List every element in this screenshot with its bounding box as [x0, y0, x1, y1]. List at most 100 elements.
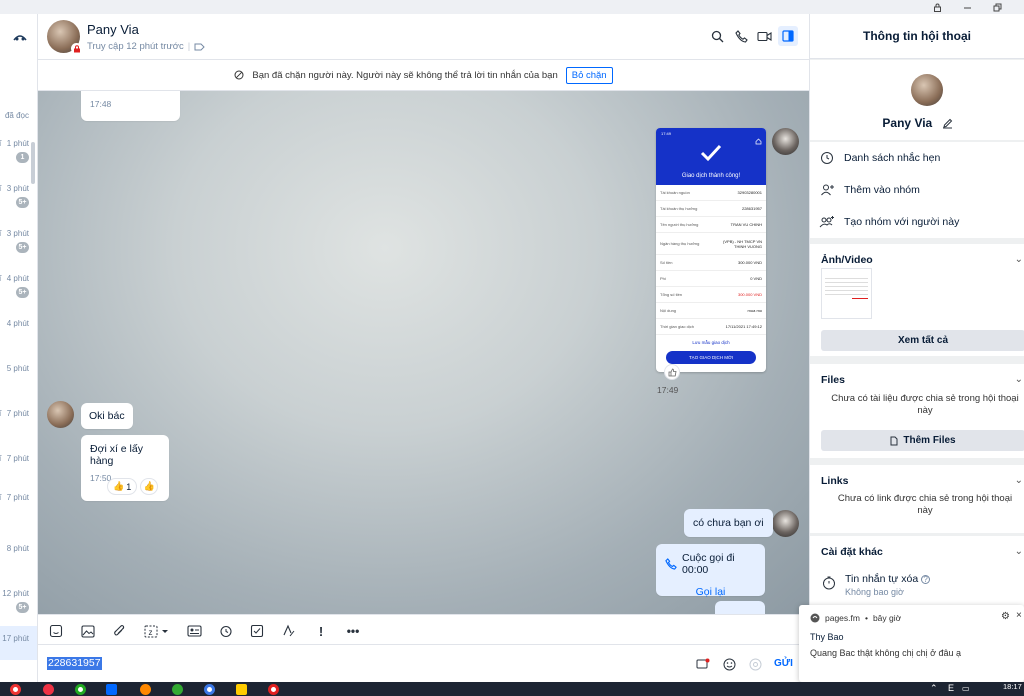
call-back-button[interactable]: Gọi lại [665, 586, 756, 598]
chrome-icon[interactable] [10, 684, 21, 695]
message-list[interactable]: 17:48 17:49 Giao dịch thành công! Tài kh… [38, 91, 809, 614]
like-react-icon[interactable] [664, 364, 680, 380]
links-empty-text: Chưa có link được chia sẻ trong hội thoạ… [837, 493, 1013, 516]
reaction-count[interactable]: 👍 1 [107, 478, 138, 495]
message-bubble[interactable]: Đợi xí e lấy hàng 17:50 👍 1 👍 [81, 435, 169, 501]
firefox-icon[interactable] [140, 684, 151, 695]
time-prefix: ĩ [0, 409, 1, 418]
contact-card-icon[interactable] [184, 621, 204, 641]
voice-call-icon[interactable] [731, 26, 751, 46]
tag-icon[interactable] [194, 43, 205, 51]
save-template-link: Lưu mẫu giao dịch [692, 340, 730, 345]
add-files-label: Thêm Files [903, 435, 956, 446]
receipt-row: Ngân hàng thụ hưởng (VPB) - NH TMCP VN TH… [656, 233, 766, 255]
close-icon[interactable]: × [1016, 610, 1022, 621]
transaction-receipt-image[interactable]: 17:49 Giao dịch thành công! Tài khoản ng… [656, 128, 766, 372]
self-delete-setting[interactable]: Tin nhắn tự xóa ? [845, 573, 931, 585]
unread-badge: 5+ [16, 242, 29, 253]
compose-toolbar: z ! ••• [38, 614, 809, 645]
time-prefix: ĩ [0, 493, 1, 502]
contact-name[interactable]: Pany Via [87, 22, 139, 37]
message-text: Đợi xí e lấy hàng [90, 443, 143, 467]
group-add-icon [810, 215, 844, 229]
chrome-icon[interactable] [204, 684, 215, 695]
opera-icon[interactable] [268, 684, 279, 695]
add-to-group-item[interactable]: Thêm vào nhóm [810, 174, 1024, 205]
message-input-area[interactable]: 228631957 GỬI [38, 645, 809, 682]
minimize-button[interactable] [952, 0, 982, 14]
attachment-icon[interactable] [109, 621, 129, 641]
app-icon[interactable] [172, 684, 183, 695]
emoji-icon[interactable] [720, 655, 738, 673]
receipt-row: Số tiền 300.000 VND [656, 255, 766, 271]
message-bubble[interactable]: 17:48 [81, 91, 180, 121]
list-scrollbar[interactable] [31, 142, 35, 184]
toggle-info-panel-icon[interactable] [778, 26, 798, 46]
image-icon[interactable] [78, 621, 98, 641]
add-reaction-icon[interactable]: 👍 [140, 478, 159, 495]
call-message[interactable]: Cuộc gọi đi 00:00 Gọi lại [656, 544, 765, 598]
text-format-icon[interactable] [279, 621, 299, 641]
list-item-time: 3 phút [6, 229, 29, 238]
more-options-icon[interactable]: ••• [343, 621, 363, 641]
lock-icon[interactable] [922, 0, 952, 14]
screenshot-icon[interactable]: z [142, 621, 174, 641]
network-icon[interactable]: ▭ [962, 684, 970, 693]
message-text: có chưa bạn ơi [693, 517, 764, 529]
avatar[interactable] [47, 401, 74, 428]
unblock-button[interactable]: Bỏ chặn [565, 66, 613, 84]
message-bubble[interactable] [715, 601, 765, 614]
app-icon[interactable] [43, 684, 54, 695]
chevron-down-icon[interactable]: ⌄ [1015, 254, 1023, 265]
create-group-item[interactable]: Tạo nhóm với người này [810, 206, 1024, 237]
language-indicator[interactable]: E [948, 683, 954, 693]
section-title: Links [821, 475, 849, 487]
quick-message-icon[interactable] [694, 655, 712, 673]
restore-button[interactable] [982, 0, 1012, 14]
conversation-list[interactable]: đã đọc ĩ 1 phút 1 ĩ 3 phút 5+ ĩ 3 phút 5+ ĩ 4 p… [0, 14, 38, 682]
edit-name-icon[interactable] [942, 118, 953, 129]
chevron-down-icon[interactable]: ⌄ [1015, 475, 1023, 486]
reminder-list-item[interactable]: Danh sách nhắc hẹn [810, 142, 1024, 173]
send-button[interactable]: GỬI [774, 658, 793, 669]
add-user-icon [810, 183, 844, 197]
profile-section: Pany Via [810, 60, 1024, 140]
separator-dot: • [864, 613, 868, 623]
my-avatar[interactable] [772, 510, 799, 537]
files-section: Files ⌄ Chưa có tài liệu được chia sẻ tr… [810, 364, 1024, 458]
notification-toast[interactable]: pages.fm • bây giờ ⚙ × Thy Bao Quang Bac… [799, 605, 1024, 682]
links-section: Links ⌄ Chưa có link được chia sẻ trong … [810, 465, 1024, 533]
success-check-icon [700, 144, 722, 162]
my-avatar[interactable] [772, 128, 799, 155]
tray-chevron-icon[interactable]: ⌃ [930, 683, 938, 694]
info-icon[interactable]: ? [921, 575, 931, 584]
app-icon[interactable] [236, 684, 247, 695]
mention-icon[interactable] [746, 655, 764, 673]
settings-icon[interactable]: ⚙ [1001, 611, 1010, 622]
chevron-down-icon[interactable]: ⌄ [1015, 546, 1023, 557]
media-thumbnail[interactable] [821, 268, 872, 319]
urgent-icon[interactable]: ! [311, 621, 331, 641]
message-input[interactable]: 228631957 [47, 657, 102, 670]
sticker-icon[interactable] [46, 621, 66, 641]
message-bubble[interactable]: Oki bác [81, 403, 133, 429]
reminder-icon[interactable] [216, 621, 236, 641]
zalo-icon[interactable] [106, 684, 117, 695]
quick-actions: Danh sách nhắc hẹn Thêm vào nhóm Tạo nhó… [810, 142, 1024, 238]
see-all-media-button[interactable]: Xem tất cả [821, 330, 1024, 351]
add-files-button[interactable]: Thêm Files [821, 430, 1024, 451]
chevron-down-icon[interactable]: ⌄ [1015, 374, 1023, 385]
avatar[interactable] [911, 74, 943, 106]
video-call-icon[interactable] [754, 26, 774, 46]
unread-badge: 1 [16, 152, 29, 163]
time-prefix: ĩ [0, 139, 1, 148]
blocked-lock-icon [71, 43, 82, 54]
clock[interactable]: 18:17 [1003, 682, 1022, 691]
list-item-active[interactable]: 17 phút [0, 626, 37, 660]
search-icon[interactable] [707, 26, 727, 46]
chrome-icon[interactable] [75, 684, 86, 695]
receipt-row: Tài khoản nguồn 32903280001 [656, 185, 766, 201]
task-icon[interactable] [247, 621, 267, 641]
message-bubble[interactable]: có chưa bạn ơi [684, 509, 773, 537]
toast-time: bây giờ [872, 613, 902, 623]
